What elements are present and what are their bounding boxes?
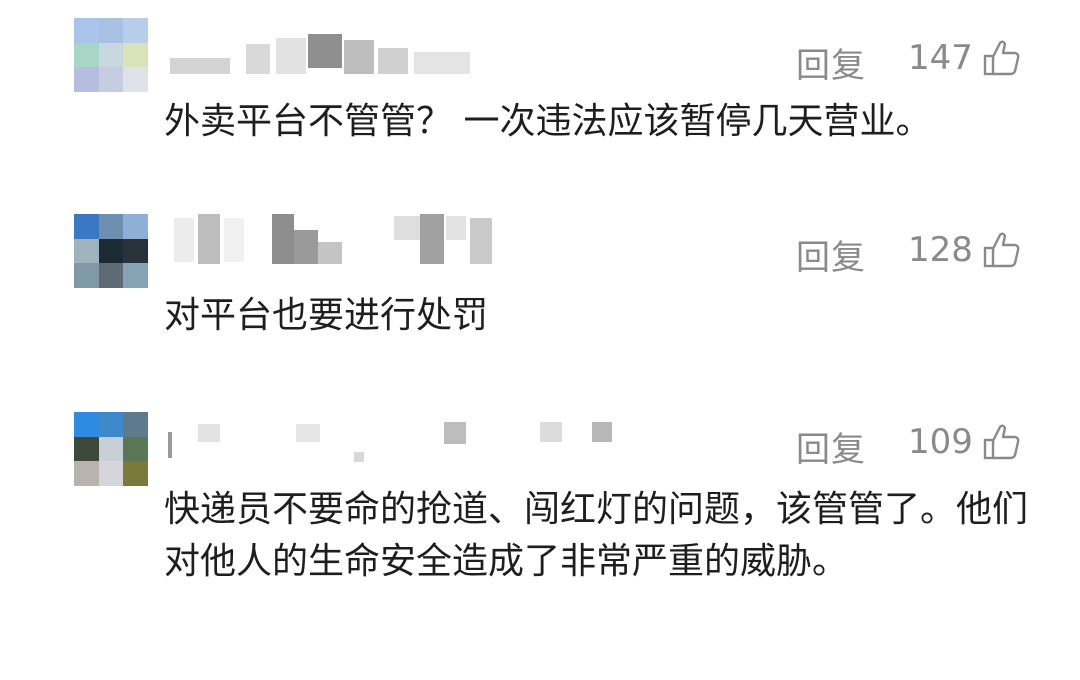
avatar-pixel: [98, 263, 124, 288]
like-count: 128: [908, 230, 973, 270]
username-blurred[interactable]: [168, 214, 508, 264]
avatar-pixel: [123, 412, 148, 437]
avatar-pixel: [74, 436, 99, 462]
like-count: 109: [908, 422, 973, 462]
like-count: 147: [908, 38, 973, 78]
avatar-pixel: [123, 461, 148, 486]
avatar-pixel: [74, 42, 99, 68]
avatar-pixel: [123, 436, 148, 462]
avatar-pixel: [98, 67, 124, 92]
avatar-pixel: [74, 18, 99, 43]
avatar-pixel: [98, 42, 124, 68]
username-blurred[interactable]: [168, 34, 508, 84]
avatar-pixel: [74, 461, 99, 486]
avatar-pixel: [74, 238, 99, 264]
avatar-pixel: [123, 263, 148, 288]
avatar-pixel: [74, 263, 99, 288]
reply-button[interactable]: 回复: [796, 422, 866, 471]
thumbs-up-icon[interactable]: [982, 230, 1022, 270]
avatar-pixel: [123, 238, 148, 264]
avatar-pixel: [98, 214, 124, 239]
avatar-pixel: [123, 67, 148, 92]
avatar-pixel: [98, 461, 124, 486]
comment-text: 外卖平台不管管？ 一次违法应该暂停几天营业。: [164, 101, 932, 142]
avatar-pixel: [74, 412, 99, 437]
thumbs-up-icon[interactable]: [982, 38, 1022, 78]
avatar[interactable]: [74, 412, 148, 486]
avatar-pixel: [98, 436, 124, 462]
reply-button[interactable]: 回复: [796, 230, 866, 279]
avatar-pixel: [123, 18, 148, 43]
avatar-pixel: [98, 238, 124, 264]
avatar-pixel: [98, 412, 124, 437]
avatar-pixel: [74, 214, 99, 239]
username-blurred[interactable]: [168, 418, 612, 468]
avatar[interactable]: [74, 214, 148, 288]
comment-text: 对平台也要进行处罚: [164, 295, 489, 336]
reply-button[interactable]: 回复: [796, 38, 866, 87]
avatar-pixel: [98, 18, 124, 43]
avatar-pixel: [123, 214, 148, 239]
avatar-pixel: [74, 67, 99, 92]
avatar-pixel: [123, 42, 148, 68]
avatar[interactable]: [74, 18, 148, 92]
thumbs-up-icon[interactable]: [982, 422, 1022, 462]
comment-text: 快递员不要命的抢道、闯红灯的问题，该管管了。他们对他人的生命安全造成了非常严重的…: [164, 489, 1029, 582]
